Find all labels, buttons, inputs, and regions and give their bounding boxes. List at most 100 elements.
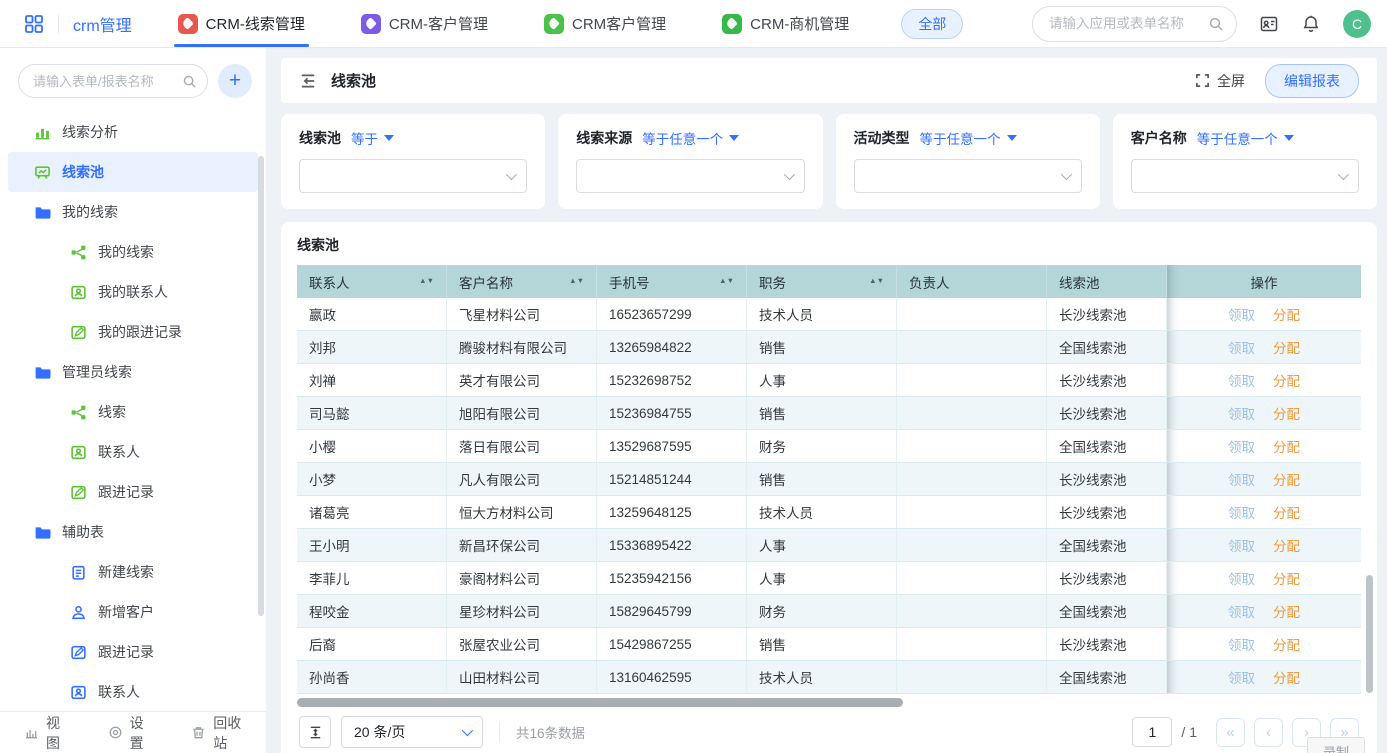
divider: [58, 15, 59, 33]
filter-customer-name: 客户名称 等于任意一个: [1113, 114, 1377, 209]
sidebar-item-my-leads[interactable]: 我的线索: [8, 232, 258, 272]
claim-link[interactable]: 领取: [1228, 440, 1255, 455]
filter-condition[interactable]: 等于任意一个: [642, 128, 739, 148]
claim-link[interactable]: 领取: [1228, 473, 1255, 488]
apps-grid-icon[interactable]: [24, 14, 44, 34]
global-search-input[interactable]: [1049, 16, 1208, 31]
gear-icon: [108, 725, 123, 740]
sidebar-item-leads[interactable]: 线索: [8, 392, 258, 432]
sidebar-item-followups-2[interactable]: 跟进记录: [8, 632, 258, 672]
sidebar-group-aux-tables[interactable]: 辅助表: [8, 512, 258, 552]
sidebar-item-lead-analysis[interactable]: 线索分析: [8, 112, 258, 152]
filter-value-select[interactable]: [576, 159, 804, 193]
claim-link[interactable]: 领取: [1228, 638, 1255, 653]
claim-link[interactable]: 领取: [1228, 671, 1255, 686]
assign-link[interactable]: 分配: [1273, 473, 1300, 488]
sidebar-item-label: 联系人: [98, 682, 140, 702]
workspace-link[interactable]: crm管理: [73, 12, 132, 36]
assign-link[interactable]: 分配: [1273, 308, 1300, 323]
cell-pool: 全国线索池: [1047, 529, 1167, 562]
sidebar-scrollbar[interactable]: [258, 156, 264, 616]
sidebar-item-lead-pool[interactable]: 线索池: [8, 152, 258, 192]
sort-icon[interactable]: ▲▼: [419, 279, 434, 284]
assign-link[interactable]: 分配: [1273, 440, 1300, 455]
tab-label: CRM-客户管理: [389, 13, 488, 34]
row-height-button[interactable]: [299, 716, 331, 748]
claim-link[interactable]: 领取: [1228, 572, 1255, 587]
claim-link[interactable]: 领取: [1228, 539, 1255, 554]
sidebar-item-followups[interactable]: 跟进记录: [8, 472, 258, 512]
settings-button[interactable]: 设置: [108, 713, 148, 753]
claim-link[interactable]: 领取: [1228, 407, 1255, 422]
cell-actions: 领取 分配: [1167, 562, 1361, 595]
assign-link[interactable]: 分配: [1273, 374, 1300, 389]
tab-crm-customer-2[interactable]: CRM客户管理: [544, 0, 666, 47]
chevron-down-icon: [1338, 169, 1349, 180]
assign-link[interactable]: 分配: [1273, 341, 1300, 356]
cell-pool: 全国线索池: [1047, 430, 1167, 463]
first-page-button[interactable]: «: [1216, 718, 1245, 747]
views-button[interactable]: 视图: [24, 713, 64, 753]
cell-phone: 15235942156: [597, 562, 747, 595]
sidebar-item-label: 我的联系人: [98, 282, 168, 302]
cell-contact: 诸葛亮: [297, 496, 447, 529]
sidebar-group-my-leads[interactable]: 我的线索: [8, 192, 258, 232]
cell-contact: 司马懿: [297, 397, 447, 430]
collapse-sidebar-icon[interactable]: [299, 72, 317, 90]
fullscreen-icon: [1195, 73, 1210, 88]
contacts-icon[interactable]: [1259, 14, 1279, 34]
prev-page-button[interactable]: ‹: [1254, 718, 1283, 747]
assign-link[interactable]: 分配: [1273, 539, 1300, 554]
sidebar-item-label: 联系人: [98, 442, 140, 462]
avatar[interactable]: C: [1343, 10, 1371, 38]
form-search-input[interactable]: [33, 74, 182, 89]
page-input[interactable]: [1132, 717, 1172, 747]
filter-condition[interactable]: 等于: [351, 128, 394, 148]
fullscreen-button[interactable]: 全屏: [1195, 71, 1245, 91]
claim-link[interactable]: 领取: [1228, 308, 1255, 323]
page-size-select[interactable]: 20 条/页: [341, 716, 483, 748]
filter-value-select[interactable]: [299, 159, 527, 193]
claim-link[interactable]: 领取: [1228, 374, 1255, 389]
tab-crm-customer[interactable]: CRM-客户管理: [361, 0, 488, 47]
claim-link[interactable]: 领取: [1228, 341, 1255, 356]
all-apps-badge[interactable]: 全部: [901, 9, 963, 39]
bell-icon[interactable]: [1301, 14, 1321, 34]
sidebar-item-my-contacts[interactable]: 我的联系人: [8, 272, 258, 312]
filter-field-label: 活动类型: [854, 128, 910, 148]
sidebar-item-new-lead[interactable]: 新建线索: [8, 552, 258, 592]
filter-value-select[interactable]: [854, 159, 1082, 193]
sort-icon[interactable]: ▲▼: [869, 279, 884, 284]
claim-link[interactable]: 领取: [1228, 605, 1255, 620]
assign-link[interactable]: 分配: [1273, 605, 1300, 620]
sidebar-group-admin-leads[interactable]: 管理员线索: [8, 352, 258, 392]
cell-job: 人事: [747, 529, 897, 562]
horizontal-scrollbar-thumb[interactable]: [297, 698, 903, 707]
filter-condition[interactable]: 等于任意一个: [920, 128, 1017, 148]
vertical-scrollbar-thumb[interactable]: [1366, 575, 1373, 693]
sidebar-item-contacts-2[interactable]: 联系人: [8, 672, 258, 712]
assign-link[interactable]: 分配: [1273, 506, 1300, 521]
assign-link[interactable]: 分配: [1273, 671, 1300, 686]
sidebar-item-contacts[interactable]: 联系人: [8, 432, 258, 472]
filter-value-select[interactable]: [1131, 159, 1359, 193]
cell-job: 人事: [747, 562, 897, 595]
filter-condition[interactable]: 等于任意一个: [1197, 128, 1294, 148]
assign-link[interactable]: 分配: [1273, 572, 1300, 587]
edit-report-button[interactable]: 编辑报表: [1265, 64, 1359, 98]
assign-link[interactable]: 分配: [1273, 407, 1300, 422]
tab-crm-opportunity[interactable]: CRM-商机管理: [722, 0, 849, 47]
assign-link[interactable]: 分配: [1273, 638, 1300, 653]
cell-pool: 全国线索池: [1047, 331, 1167, 364]
tab-label: CRM客户管理: [572, 13, 666, 34]
cell-phone: 15232698752: [597, 364, 747, 397]
claim-link[interactable]: 领取: [1228, 506, 1255, 521]
tab-crm-lead[interactable]: CRM-线索管理: [178, 0, 305, 47]
add-form-button[interactable]: +: [218, 64, 252, 98]
sidebar-item-new-customer[interactable]: 新增客户: [8, 592, 258, 632]
sidebar-item-my-followups[interactable]: 我的跟进记录: [8, 312, 258, 352]
sort-icon[interactable]: ▲▼: [719, 279, 734, 284]
recycle-bin-button[interactable]: 回收站: [191, 713, 242, 753]
views-label: 视图: [46, 713, 64, 753]
sort-icon[interactable]: ▲▼: [569, 279, 584, 284]
